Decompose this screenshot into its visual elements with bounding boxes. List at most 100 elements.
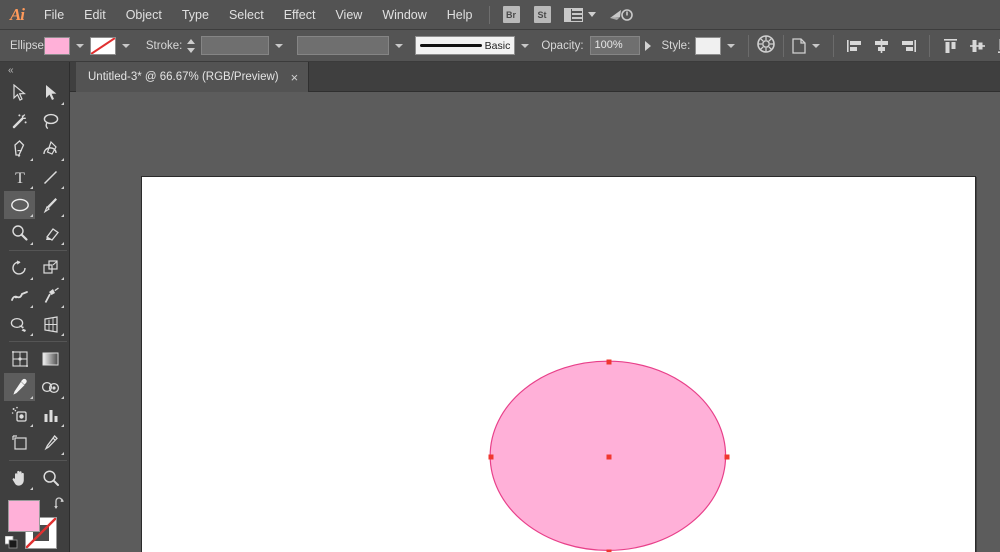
stroke-weight-stepper[interactable] — [186, 37, 197, 55]
recolor-artwork-icon[interactable] — [756, 34, 776, 57]
fill-chevron-down-icon[interactable] — [75, 43, 84, 48]
bridge-icon[interactable]: Br — [502, 6, 520, 23]
menu-type[interactable]: Type — [172, 0, 219, 30]
menu-file[interactable]: File — [34, 0, 74, 30]
brush-definition-label: Basic — [484, 39, 511, 52]
selection-tool[interactable] — [4, 79, 35, 107]
lasso-tool[interactable] — [35, 107, 66, 135]
tool-flyout-indicator — [61, 186, 64, 189]
type-tool[interactable]: T — [4, 163, 35, 191]
align-top-icon[interactable] — [942, 38, 959, 54]
anchor-point-top[interactable] — [606, 359, 612, 365]
ellipse-tool[interactable] — [4, 191, 35, 219]
fill-color-swatch[interactable] — [43, 36, 70, 55]
eraser-tool[interactable] — [35, 219, 66, 247]
stroke-weight-label: Stroke: — [145, 39, 183, 52]
menu-edit[interactable]: Edit — [74, 0, 116, 30]
artboard[interactable] — [141, 176, 976, 552]
canvas-workspace[interactable] — [70, 92, 1000, 552]
curvature-tool[interactable] — [35, 135, 66, 163]
tool-flyout-indicator — [61, 333, 64, 336]
close-icon[interactable]: × — [291, 71, 299, 84]
style-label: Style: — [661, 39, 691, 52]
stroke-profile-input[interactable] — [297, 36, 390, 55]
magic-wand-tool[interactable] — [4, 107, 35, 135]
style-chevron-down-icon[interactable] — [727, 43, 736, 48]
align-horizontal-center-icon[interactable] — [873, 38, 890, 54]
align-right-icon[interactable] — [900, 38, 917, 54]
document-tab[interactable]: Untitled-3* @ 66.67% (RGB/Preview) × — [76, 62, 310, 92]
anchor-point-center[interactable] — [606, 454, 612, 460]
line-segment-tool[interactable] — [35, 163, 66, 191]
search-adobe-stock-icon[interactable] — [608, 6, 634, 24]
column-graph-tool[interactable] — [35, 401, 66, 429]
menu-effect[interactable]: Effect — [274, 0, 326, 30]
shape-builder-tool[interactable] — [4, 310, 35, 338]
tool-flyout-indicator — [30, 424, 33, 427]
hand-tool[interactable] — [4, 464, 35, 492]
opacity-input[interactable]: 100% — [589, 36, 640, 55]
document-setup-icon[interactable] — [791, 37, 806, 54]
fill-swatch-button[interactable] — [8, 500, 40, 532]
arrange-documents-icon[interactable] — [563, 7, 583, 22]
tool-flyout-indicator — [30, 186, 33, 189]
tool-flyout-indicator — [61, 242, 64, 245]
menu-object[interactable]: Object — [116, 0, 172, 30]
tool-flyout-indicator — [30, 487, 33, 490]
app-logo: Ai — [9, 4, 25, 24]
menu-view[interactable]: View — [325, 0, 372, 30]
free-transform-tool[interactable] — [35, 282, 66, 310]
default-fill-stroke-icon[interactable] — [4, 535, 18, 549]
tool-flyout-indicator — [61, 424, 64, 427]
pen-tool[interactable] — [4, 135, 35, 163]
stroke-profile-chevron-down-icon[interactable] — [395, 43, 404, 48]
perspective-grid-tool[interactable] — [35, 310, 66, 338]
align-left-icon[interactable] — [846, 38, 863, 54]
symbol-sprayer-tool[interactable] — [4, 401, 35, 429]
mesh-tool[interactable] — [4, 345, 35, 373]
rotate-tool[interactable] — [4, 254, 35, 282]
tool-flyout-indicator — [30, 214, 33, 217]
gradient-tool[interactable] — [35, 345, 66, 373]
brush-definition-select[interactable]: Basic — [415, 36, 516, 55]
chevron-down-icon[interactable] — [587, 12, 596, 17]
menu-select[interactable]: Select — [219, 0, 274, 30]
fill-stroke-controls — [0, 496, 70, 552]
anchor-point-right[interactable] — [724, 454, 730, 460]
brush-chevron-down-icon[interactable] — [521, 43, 530, 48]
eyedropper-tool[interactable] — [4, 373, 35, 401]
width-tool[interactable] — [4, 282, 35, 310]
blend-tool[interactable] — [35, 373, 66, 401]
tool-flyout-indicator — [30, 242, 33, 245]
align-bottom-icon[interactable] — [996, 38, 1000, 54]
control-divider-3 — [833, 34, 835, 57]
stroke-weight-input[interactable] — [201, 36, 270, 55]
control-bar: Ellipse Stroke: Basic Opacity: 100% Styl… — [0, 30, 1000, 62]
tool-flyout-indicator — [30, 396, 33, 399]
artboard-tool[interactable] — [4, 429, 35, 457]
opacity-expand-icon[interactable] — [644, 40, 651, 51]
scale-tool[interactable] — [35, 254, 66, 282]
tool-flyout-indicator — [30, 305, 33, 308]
direct-selection-tool[interactable] — [35, 79, 66, 107]
graphic-style-swatch[interactable] — [695, 36, 722, 55]
menu-window[interactable]: Window — [372, 0, 436, 30]
document-setup-chevron-down-icon[interactable] — [812, 43, 821, 48]
tool-flyout-indicator — [61, 102, 64, 105]
shaper-pencil-tool[interactable] — [4, 219, 35, 247]
menu-divider — [488, 5, 490, 24]
zoom-tool[interactable] — [35, 464, 66, 492]
stock-icon[interactable]: St — [533, 6, 551, 23]
collapse-panel-button[interactable]: « — [0, 62, 69, 79]
stroke-color-swatch[interactable] — [89, 36, 116, 55]
paintbrush-tool[interactable] — [35, 191, 66, 219]
swap-fill-stroke-icon[interactable] — [53, 497, 66, 510]
stroke-chevron-down-icon[interactable] — [121, 43, 130, 48]
opacity-label: Opacity: — [541, 39, 584, 52]
slice-tool[interactable] — [35, 429, 66, 457]
tool-flyout-indicator — [30, 158, 33, 161]
align-vertical-center-icon[interactable] — [969, 38, 986, 54]
anchor-point-left[interactable] — [488, 454, 494, 460]
stroke-weight-chevron-down-icon[interactable] — [275, 43, 284, 48]
menu-help[interactable]: Help — [437, 0, 483, 30]
